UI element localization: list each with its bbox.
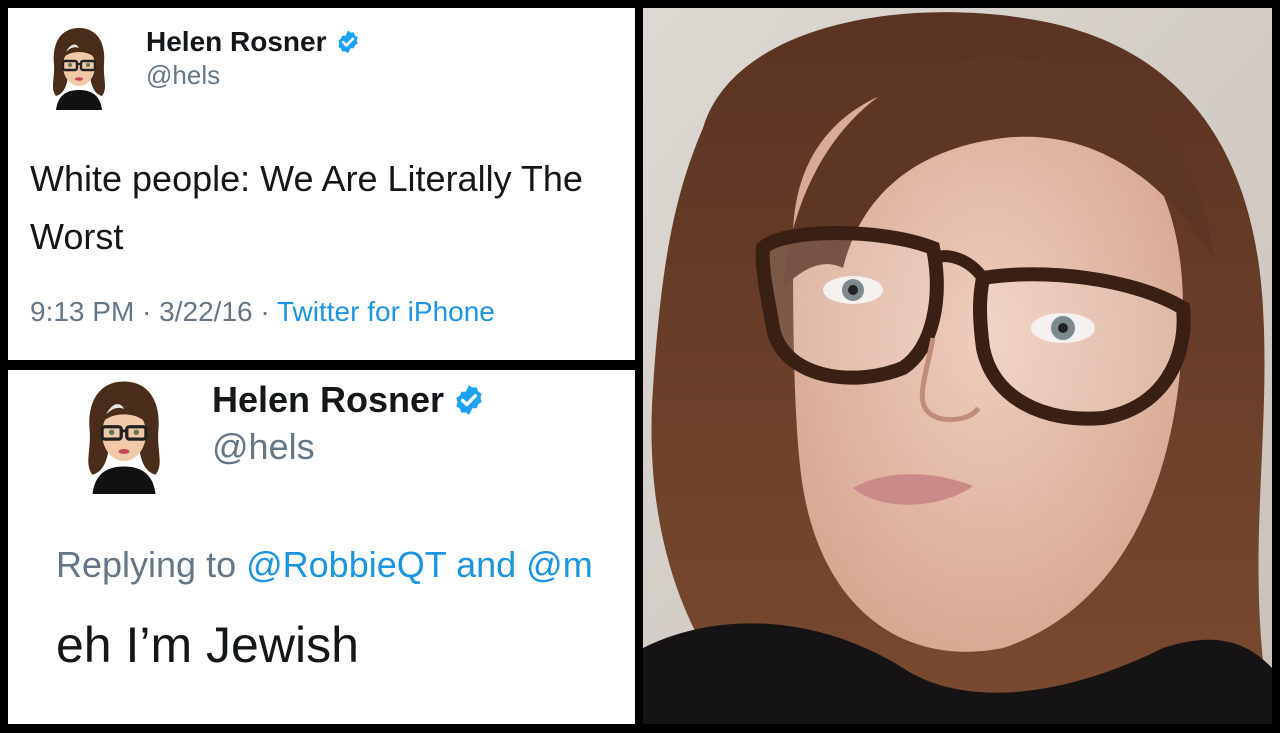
- portrait-photo: [643, 8, 1272, 724]
- author-name-row[interactable]: Helen Rosner: [212, 374, 486, 426]
- replying-prefix: Replying to: [56, 544, 247, 585]
- verified-badge-icon: [456, 385, 482, 415]
- meta-separator: ·: [134, 296, 160, 327]
- meta-separator: ·: [252, 296, 277, 327]
- tweet-date[interactable]: 3/22/16: [159, 296, 252, 327]
- tweet-source-link[interactable]: Twitter for iPhone: [277, 296, 495, 327]
- avatar-cartoon-icon[interactable]: [46, 24, 112, 110]
- mention-link[interactable]: @m: [526, 544, 593, 585]
- avatar-cartoon-icon[interactable]: [78, 376, 170, 494]
- mention-link[interactable]: @RobbieQT: [246, 544, 446, 585]
- tweet-meta: 9:13 PM · 3/22/16 · Twitter for iPhone: [30, 296, 495, 328]
- author-name-row[interactable]: Helen Rosner: [146, 22, 361, 62]
- author-handle[interactable]: @hels: [212, 426, 315, 468]
- verified-badge-icon: [337, 30, 358, 54]
- tweet-text: eh I’m Jewish: [56, 617, 359, 673]
- tweet-text: White people: We Are Literally The Worst: [30, 158, 583, 257]
- tweet-time[interactable]: 9:13 PM: [30, 296, 134, 327]
- and-word: and: [446, 544, 527, 585]
- replying-to-line: Replying to @RobbieQT and @m: [56, 544, 593, 586]
- tweet-card-1: Helen Rosner @hels White people: We Are …: [8, 8, 635, 360]
- portrait-illustration: [643, 8, 1272, 724]
- author-name[interactable]: Helen Rosner: [212, 379, 444, 421]
- tweet-card-2: Helen Rosner @hels Replying to @RobbieQT…: [8, 370, 635, 724]
- author-handle[interactable]: @hels: [146, 60, 220, 91]
- author-name[interactable]: Helen Rosner: [146, 26, 327, 58]
